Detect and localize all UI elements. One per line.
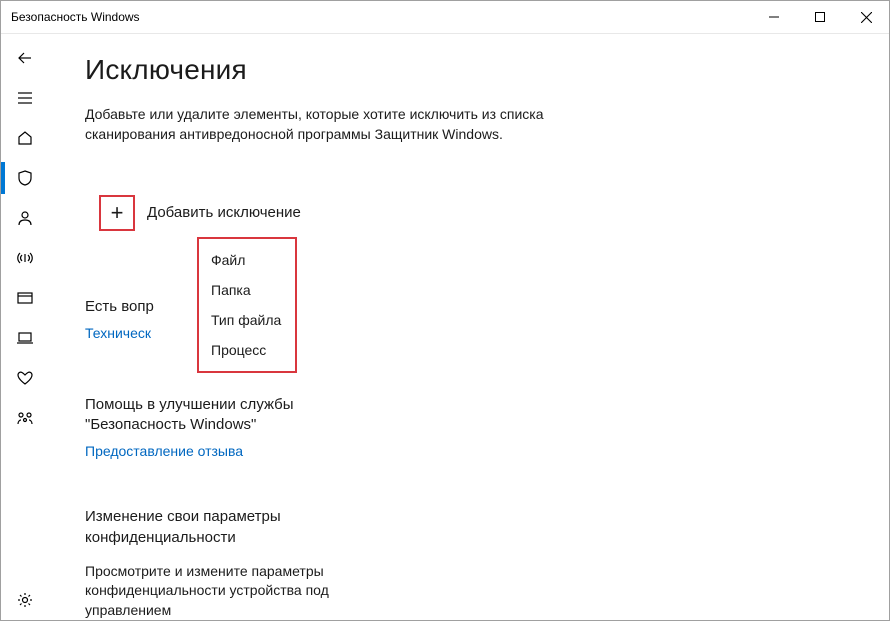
wifi-icon (16, 249, 34, 267)
family-icon (16, 409, 34, 427)
hamburger-menu[interactable] (1, 78, 49, 118)
section-privacy: Изменение свои параметры конфиденциально… (85, 507, 385, 620)
sidebar-item-family[interactable] (1, 398, 49, 438)
feedback-link[interactable]: Предоставление отзыва (85, 443, 385, 459)
close-button[interactable] (843, 1, 889, 33)
shield-icon (16, 169, 34, 187)
add-exclusion-button[interactable]: + (101, 197, 133, 229)
hamburger-icon (16, 89, 34, 107)
content: Исключения Добавьте или удалите элементы… (49, 34, 889, 620)
heart-icon (16, 369, 34, 387)
laptop-icon (16, 329, 34, 347)
body: Исключения Добавьте или удалите элементы… (1, 33, 889, 620)
sidebar-item-home[interactable] (1, 118, 49, 158)
sidebar-item-health[interactable] (1, 358, 49, 398)
menu-item-folder[interactable]: Папка (203, 275, 291, 305)
gear-icon (16, 591, 34, 609)
feedback-heading: Помощь в улучшении службы "Безопасность … (85, 395, 385, 436)
home-icon (16, 129, 34, 147)
window-title: Безопасность Windows (11, 10, 140, 24)
person-icon (16, 209, 34, 227)
maximize-button[interactable] (797, 1, 843, 33)
privacy-para: Просмотрите и измените параметры конфиде… (85, 562, 345, 620)
app-browser-icon (16, 289, 34, 307)
sidebar-item-account[interactable] (1, 198, 49, 238)
back-button[interactable] (1, 38, 49, 78)
add-exclusion-label: Добавить исключение (147, 204, 301, 221)
sidebar-item-virus[interactable] (1, 158, 49, 198)
plus-icon: + (111, 202, 124, 224)
sidebar-item-app-browser[interactable] (1, 278, 49, 318)
menu-item-file-type[interactable]: Тип файла (203, 305, 291, 335)
arrow-left-icon (16, 49, 34, 67)
exclusion-type-menu: Файл Папка Тип файла Процесс (199, 239, 295, 371)
privacy-heading: Изменение свои параметры конфиденциально… (85, 507, 385, 548)
sidebar-item-firewall[interactable] (1, 238, 49, 278)
window: Безопасность Windows (0, 0, 890, 621)
titlebar: Безопасность Windows (1, 1, 889, 33)
page-title: Исключения (85, 54, 853, 86)
section-feedback: Помощь в улучшении службы "Безопасность … (85, 395, 385, 460)
page-subtitle: Добавьте или удалите элементы, которые х… (85, 104, 605, 145)
menu-item-process[interactable]: Процесс (203, 335, 291, 365)
sidebar-item-device-security[interactable] (1, 318, 49, 358)
add-exclusion-row: + Добавить исключение (101, 197, 853, 229)
sidebar-item-settings[interactable] (1, 580, 49, 620)
sidebar (1, 34, 49, 620)
minimize-button[interactable] (751, 1, 797, 33)
window-controls (751, 1, 889, 33)
menu-item-file[interactable]: Файл (203, 245, 291, 275)
